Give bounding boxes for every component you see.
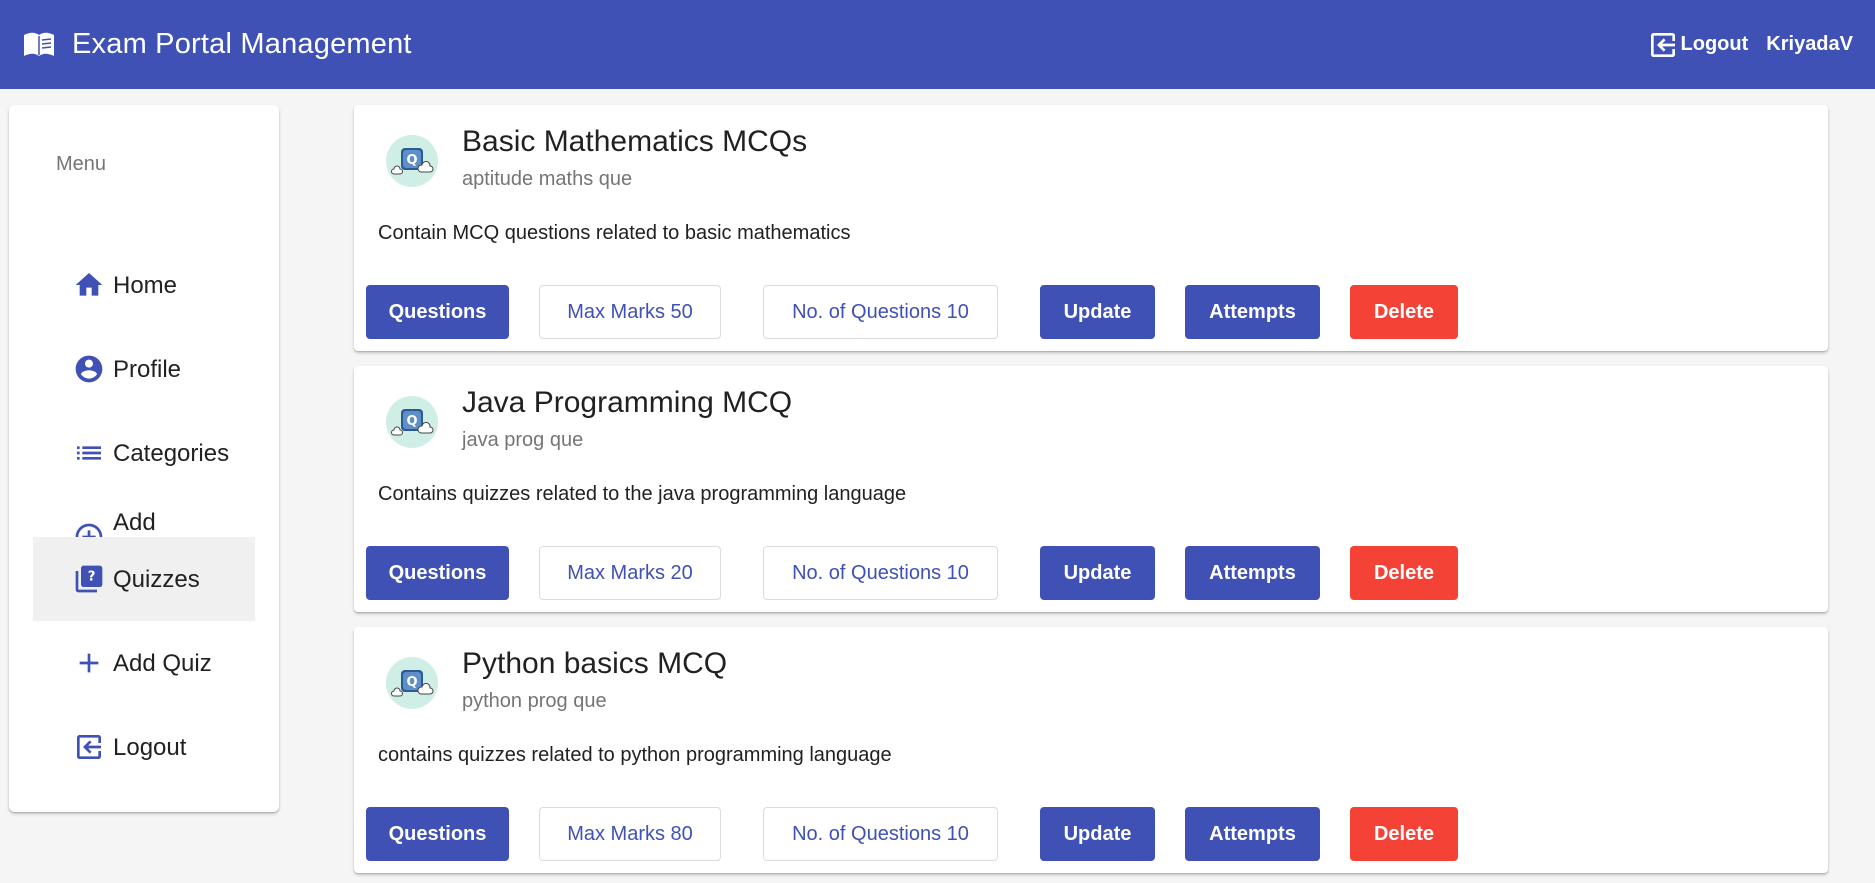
sidebar: Menu Home Profile Categories Add Categor… bbox=[9, 105, 279, 812]
questions-button[interactable]: Questions bbox=[366, 807, 509, 861]
delete-button[interactable]: Delete bbox=[1350, 285, 1458, 339]
app-title: Exam Portal Management bbox=[72, 28, 412, 60]
quiz-title: Python basics MCQ bbox=[462, 647, 728, 680]
update-button[interactable]: Update bbox=[1040, 285, 1155, 339]
sidebar-item-label: Logout bbox=[113, 733, 187, 761]
menu-heading: Menu bbox=[56, 153, 107, 175]
sidebar-item-label: Add Quiz bbox=[113, 649, 212, 677]
sidebar-item-add-quiz[interactable]: Add Quiz bbox=[33, 621, 255, 705]
account-circle-icon bbox=[73, 353, 105, 385]
logout-icon bbox=[73, 731, 105, 763]
sidebar-item-label: Profile bbox=[113, 355, 182, 383]
num-questions-button[interactable]: No. of Questions 10 bbox=[763, 807, 998, 861]
quiz-card: Q Python basics MCQ python prog que cont… bbox=[354, 627, 1828, 873]
header-logout-button[interactable]: Logout bbox=[1647, 29, 1749, 61]
delete-button[interactable]: Delete bbox=[1350, 546, 1458, 600]
quiz-icon: ? bbox=[73, 563, 105, 595]
quiz-description: Contains quizzes related to the java pro… bbox=[378, 483, 907, 505]
quiz-title: Basic Mathematics MCQs bbox=[462, 125, 808, 158]
num-questions-button[interactable]: No. of Questions 10 bbox=[763, 546, 998, 600]
list-icon bbox=[73, 437, 105, 469]
quiz-category: java prog que bbox=[462, 429, 584, 451]
update-button[interactable]: Update bbox=[1040, 807, 1155, 861]
num-questions-button[interactable]: No. of Questions 10 bbox=[763, 285, 998, 339]
sidebar-item-categories[interactable]: Categories bbox=[33, 411, 255, 495]
sidebar-item-profile[interactable]: Profile bbox=[33, 327, 255, 411]
quiz-card: Q Basic Mathematics MCQs aptitude maths … bbox=[354, 105, 1828, 351]
quiz-description: contains quizzes related to python progr… bbox=[378, 744, 892, 766]
questions-button[interactable]: Questions bbox=[366, 546, 509, 600]
sidebar-item-quizzes[interactable]: ? Quizzes bbox=[33, 537, 255, 621]
book-icon bbox=[22, 31, 56, 59]
quiz-avatar-icon: Q bbox=[382, 653, 442, 713]
logout-icon bbox=[1650, 32, 1675, 57]
svg-text:Q: Q bbox=[406, 414, 417, 429]
plus-icon bbox=[73, 647, 105, 679]
max-marks-button[interactable]: Max Marks 80 bbox=[539, 807, 721, 861]
questions-button[interactable]: Questions bbox=[366, 285, 509, 339]
delete-button[interactable]: Delete bbox=[1350, 807, 1458, 861]
quiz-avatar-icon: Q bbox=[382, 392, 442, 452]
svg-text:Q: Q bbox=[406, 675, 417, 690]
attempts-button[interactable]: Attempts bbox=[1185, 546, 1320, 600]
update-button[interactable]: Update bbox=[1040, 546, 1155, 600]
max-marks-button[interactable]: Max Marks 50 bbox=[539, 285, 721, 339]
sidebar-item-label: Quizzes bbox=[113, 565, 200, 593]
quiz-title: Java Programming MCQ bbox=[462, 386, 793, 419]
svg-text:?: ? bbox=[88, 569, 96, 584]
header-logout-label: Logout bbox=[1680, 33, 1749, 55]
attempts-button[interactable]: Attempts bbox=[1185, 807, 1320, 861]
home-icon bbox=[73, 269, 105, 301]
sidebar-item-label: Home bbox=[113, 271, 178, 299]
quiz-avatar-icon: Q bbox=[382, 131, 442, 191]
sidebar-item-home[interactable]: Home bbox=[33, 243, 255, 327]
quiz-card: Q Java Programming MCQ java prog que Con… bbox=[354, 366, 1828, 612]
sidebar-item-logout[interactable]: Logout bbox=[33, 705, 255, 789]
attempts-button[interactable]: Attempts bbox=[1185, 285, 1320, 339]
username-button[interactable]: KriyadaV bbox=[1766, 33, 1853, 56]
sidebar-item-label: Categories bbox=[113, 439, 230, 467]
max-marks-button[interactable]: Max Marks 20 bbox=[539, 546, 721, 600]
quiz-category: python prog que bbox=[462, 690, 607, 712]
svg-text:Q: Q bbox=[406, 153, 417, 168]
quiz-description: Contain MCQ questions related to basic m… bbox=[378, 222, 851, 244]
quiz-category: aptitude maths que bbox=[462, 168, 633, 190]
top-toolbar: Exam Portal Management Logout KriyadaV bbox=[0, 0, 1875, 89]
